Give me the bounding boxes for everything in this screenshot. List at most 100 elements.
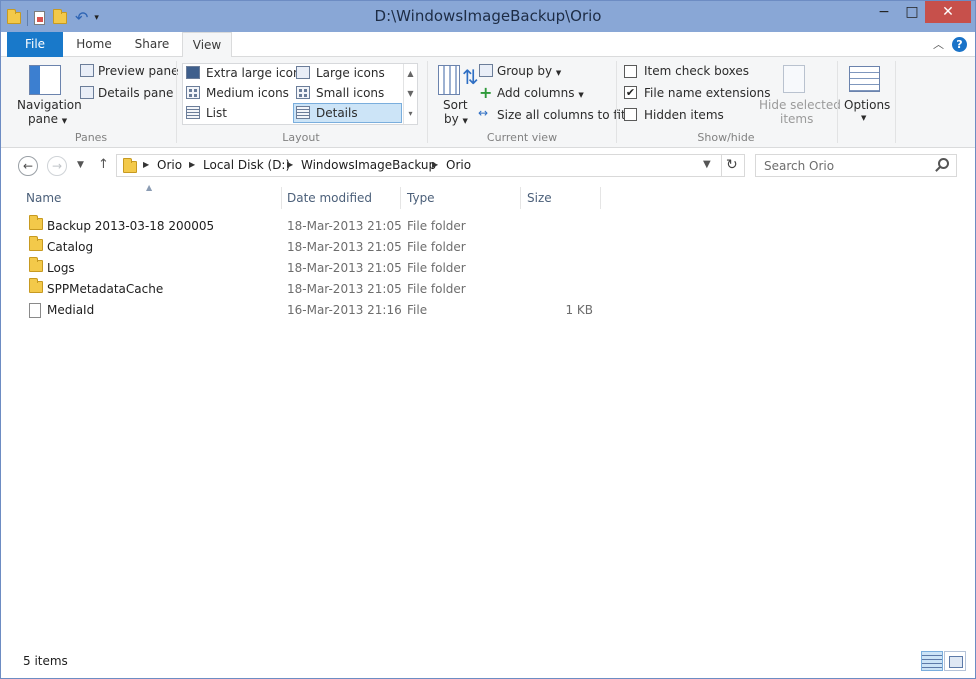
chevron-down-icon: ▼ bbox=[555, 69, 562, 77]
file-row[interactable]: SPPMetadataCache 18-Mar-2013 21:05 File … bbox=[19, 278, 601, 299]
file-date: 16-Mar-2013 21:16 bbox=[287, 303, 402, 317]
file-type: File folder bbox=[407, 219, 466, 233]
options-label: Options bbox=[844, 98, 891, 112]
tab-file[interactable]: File bbox=[7, 32, 63, 57]
breadcrumb-item[interactable]: Orio bbox=[157, 158, 182, 172]
refresh-icon[interactable]: ↻ bbox=[726, 157, 738, 173]
breadcrumb-item[interactable]: Local Disk (D:) bbox=[203, 158, 290, 172]
search-input[interactable] bbox=[756, 155, 932, 176]
address-history-icon[interactable]: ▼ bbox=[703, 159, 711, 170]
file-row[interactable]: MediaId 16-Mar-2013 21:16 File 1 KB bbox=[19, 300, 601, 320]
file-row[interactable]: Backup 2013-03-18 200005 18-Mar-2013 21:… bbox=[19, 215, 601, 236]
status-bar: 5 items bbox=[1, 647, 975, 678]
layout-item-label: Details bbox=[316, 106, 358, 120]
file-row[interactable]: Logs 18-Mar-2013 21:05 File folder bbox=[19, 257, 601, 278]
navigation-pane-label: Navigation bbox=[17, 98, 82, 112]
layout-item-label: Medium icons bbox=[206, 86, 289, 100]
column-header-date-modified[interactable]: Date modified bbox=[287, 191, 372, 205]
file-date: 18-Mar-2013 21:05 bbox=[287, 282, 402, 296]
add-columns-icon: + bbox=[479, 83, 493, 102]
forward-button[interactable]: → bbox=[47, 156, 67, 176]
tab-home[interactable]: Home bbox=[65, 32, 123, 57]
layout-item-label: Extra large icons bbox=[206, 66, 307, 80]
column-header-name[interactable]: Name bbox=[26, 191, 61, 205]
column-header-type[interactable]: Type bbox=[407, 191, 435, 205]
tab-share[interactable]: Share bbox=[123, 32, 181, 57]
group-label-show-hide: Show/hide bbox=[697, 131, 755, 144]
scroll-up-icon[interactable]: ▲ bbox=[404, 64, 417, 84]
preview-pane-label: Preview pane bbox=[98, 64, 179, 78]
breadcrumb-item[interactable]: Orio bbox=[446, 158, 471, 172]
size-all-columns-label: Size all columns to fit bbox=[497, 108, 626, 122]
hide-selected-label-2: items bbox=[780, 112, 814, 126]
address-row: ← → ▼ ↑ ▶ Orio ▶ Local Disk (D:) ▶ Windo… bbox=[1, 149, 975, 183]
close-button[interactable]: ✕ bbox=[925, 1, 971, 23]
large-icons-view-icon[interactable] bbox=[944, 651, 966, 671]
hidden-items-checkbox[interactable] bbox=[624, 108, 637, 121]
file-name: Logs bbox=[47, 261, 75, 275]
back-button[interactable]: ← bbox=[18, 156, 38, 176]
breadcrumb-item[interactable]: WindowsImageBackup bbox=[301, 158, 436, 172]
group-label-current-view: Current view bbox=[486, 131, 558, 144]
file-icon bbox=[29, 303, 41, 318]
chevron-down-icon: ▼ bbox=[861, 114, 867, 122]
breadcrumb-separator-icon[interactable]: ▶ bbox=[287, 160, 293, 169]
scroll-down-icon[interactable]: ▼ bbox=[404, 84, 417, 104]
column-divider[interactable] bbox=[520, 187, 521, 209]
file-type: File folder bbox=[407, 261, 466, 275]
file-name: SPPMetadataCache bbox=[47, 282, 164, 296]
size-columns-icon: ↔ bbox=[478, 106, 489, 120]
title-bar: ↶ ▾ D:\WindowsImageBackup\Orio − □ ✕ bbox=[1, 1, 975, 32]
file-date: 18-Mar-2013 21:05 bbox=[287, 261, 402, 275]
recent-locations-icon[interactable]: ▼ bbox=[77, 160, 84, 170]
item-count: 5 items bbox=[23, 654, 68, 668]
gallery-more-icon[interactable]: ▾ bbox=[404, 104, 417, 124]
file-row[interactable]: Catalog 18-Mar-2013 21:05 File folder bbox=[19, 236, 601, 257]
details-icon bbox=[296, 106, 310, 119]
item-check-boxes-checkbox[interactable] bbox=[624, 65, 637, 78]
ribbon-tabs: File Home Share View ︿ ? bbox=[1, 32, 975, 58]
layout-item-label: Small icons bbox=[316, 86, 385, 100]
search-icon[interactable] bbox=[938, 158, 949, 169]
up-icon[interactable]: ↑ bbox=[98, 157, 109, 172]
help-icon[interactable]: ? bbox=[952, 36, 967, 52]
chevron-down-icon: ▼ bbox=[462, 117, 468, 125]
large-icons-icon bbox=[296, 66, 310, 79]
window-title: D:\WindowsImageBackup\Orio bbox=[374, 7, 602, 25]
breadcrumb-separator-icon[interactable]: ▶ bbox=[189, 160, 195, 169]
group-divider bbox=[895, 61, 896, 143]
details-pane-label: Details pane bbox=[98, 86, 174, 100]
sort-by-label: Sort bbox=[443, 98, 468, 112]
layout-gallery-scroller: ▲ ▼ ▾ bbox=[403, 64, 417, 124]
file-name-extensions-checkbox[interactable]: ✔ bbox=[624, 86, 637, 99]
navigation-pane-icon bbox=[29, 65, 61, 95]
sort-by-icon bbox=[438, 65, 460, 95]
breadcrumb-separator-icon[interactable]: ▶ bbox=[143, 160, 149, 169]
column-divider[interactable] bbox=[400, 187, 401, 209]
address-bar[interactable]: ▶ Orio ▶ Local Disk (D:) ▶ WindowsImageB… bbox=[116, 154, 745, 177]
tab-view[interactable]: View bbox=[182, 32, 232, 58]
collapse-ribbon-icon[interactable]: ︿ bbox=[933, 36, 944, 52]
preview-pane-icon bbox=[80, 64, 94, 77]
group-by-label: Group by ▼ bbox=[497, 64, 562, 78]
hide-selected-label: Hide selected bbox=[759, 98, 841, 112]
group-by-icon bbox=[479, 64, 493, 77]
folder-icon bbox=[123, 158, 137, 173]
file-name: Catalog bbox=[47, 240, 94, 254]
file-name-extensions-label: File name extensions bbox=[644, 86, 771, 100]
column-divider[interactable] bbox=[281, 187, 282, 209]
layout-item-label: Large icons bbox=[316, 66, 385, 80]
details-view-icon[interactable] bbox=[921, 651, 943, 671]
column-divider[interactable] bbox=[600, 187, 601, 209]
sort-by-label-2: by ▼ bbox=[444, 112, 468, 126]
breadcrumb-separator-icon[interactable]: ▶ bbox=[432, 160, 438, 169]
maximize-button[interactable]: □ bbox=[899, 1, 925, 23]
group-divider bbox=[837, 61, 838, 143]
add-columns-label: Add columns ▼ bbox=[497, 86, 584, 100]
file-name: Backup 2013-03-18 200005 bbox=[47, 219, 215, 233]
column-header-size[interactable]: Size bbox=[527, 191, 552, 205]
minimize-button[interactable]: − bbox=[870, 1, 898, 23]
file-date: 18-Mar-2013 21:05 bbox=[287, 219, 402, 233]
details-pane-icon bbox=[80, 86, 94, 99]
sort-ascending-icon: ▲ bbox=[146, 183, 153, 192]
